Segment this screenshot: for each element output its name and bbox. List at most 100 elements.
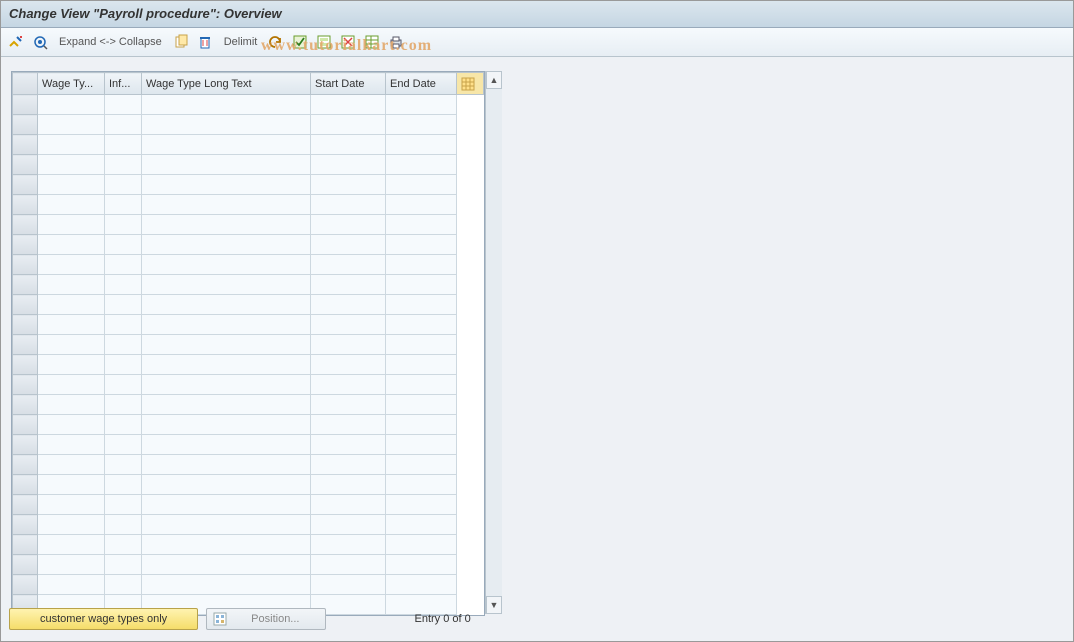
cell-info[interactable] xyxy=(105,455,142,475)
table-row[interactable] xyxy=(13,395,484,415)
cell-long_text[interactable] xyxy=(142,475,311,495)
cell-wage_type[interactable] xyxy=(38,135,105,155)
cell-start[interactable] xyxy=(311,535,386,555)
cell-end[interactable] xyxy=(386,575,457,595)
row-selector[interactable] xyxy=(13,495,38,515)
cell-wage_type[interactable] xyxy=(38,255,105,275)
vertical-scrollbar[interactable]: ▲ ▼ xyxy=(485,71,502,614)
cell-wage_type[interactable] xyxy=(38,215,105,235)
cell-long_text[interactable] xyxy=(142,375,311,395)
row-selector[interactable] xyxy=(13,175,38,195)
cell-end[interactable] xyxy=(386,535,457,555)
cell-start[interactable] xyxy=(311,375,386,395)
position-button[interactable]: Position... xyxy=(206,608,326,630)
cell-info[interactable] xyxy=(105,415,142,435)
cell-end[interactable] xyxy=(386,235,457,255)
customer-wage-types-button[interactable]: customer wage types only xyxy=(9,608,198,630)
delete-icon[interactable] xyxy=(196,33,214,51)
cell-info[interactable] xyxy=(105,495,142,515)
table-row[interactable] xyxy=(13,295,484,315)
cell-start[interactable] xyxy=(311,335,386,355)
cell-start[interactable] xyxy=(311,295,386,315)
cell-end[interactable] xyxy=(386,475,457,495)
cell-long_text[interactable] xyxy=(142,335,311,355)
cell-end[interactable] xyxy=(386,295,457,315)
cell-long_text[interactable] xyxy=(142,195,311,215)
cell-start[interactable] xyxy=(311,135,386,155)
cell-info[interactable] xyxy=(105,355,142,375)
table-row[interactable] xyxy=(13,255,484,275)
cell-end[interactable] xyxy=(386,155,457,175)
cell-wage_type[interactable] xyxy=(38,175,105,195)
cell-wage_type[interactable] xyxy=(38,355,105,375)
scroll-track[interactable] xyxy=(486,88,502,597)
cell-info[interactable] xyxy=(105,555,142,575)
cell-start[interactable] xyxy=(311,435,386,455)
cell-wage_type[interactable] xyxy=(38,455,105,475)
table-row[interactable] xyxy=(13,495,484,515)
cell-info[interactable] xyxy=(105,295,142,315)
cell-wage_type[interactable] xyxy=(38,335,105,355)
cell-wage_type[interactable] xyxy=(38,415,105,435)
cell-long_text[interactable] xyxy=(142,215,311,235)
cell-end[interactable] xyxy=(386,375,457,395)
cell-wage_type[interactable] xyxy=(38,515,105,535)
cell-long_text[interactable] xyxy=(142,155,311,175)
row-selector-header[interactable] xyxy=(13,73,38,95)
row-selector[interactable] xyxy=(13,255,38,275)
row-selector[interactable] xyxy=(13,135,38,155)
cell-end[interactable] xyxy=(386,315,457,335)
cell-end[interactable] xyxy=(386,115,457,135)
cell-long_text[interactable] xyxy=(142,115,311,135)
cell-end[interactable] xyxy=(386,335,457,355)
cell-long_text[interactable] xyxy=(142,575,311,595)
cell-info[interactable] xyxy=(105,335,142,355)
cell-end[interactable] xyxy=(386,555,457,575)
delimit-button[interactable]: Delimit xyxy=(220,36,262,48)
cell-wage_type[interactable] xyxy=(38,155,105,175)
cell-wage_type[interactable] xyxy=(38,375,105,395)
cell-start[interactable] xyxy=(311,115,386,135)
cell-end[interactable] xyxy=(386,455,457,475)
row-selector[interactable] xyxy=(13,295,38,315)
print-icon[interactable] xyxy=(387,33,405,51)
row-selector[interactable] xyxy=(13,155,38,175)
row-selector[interactable] xyxy=(13,355,38,375)
cell-info[interactable] xyxy=(105,515,142,535)
cell-end[interactable] xyxy=(386,255,457,275)
cell-end[interactable] xyxy=(386,415,457,435)
row-selector[interactable] xyxy=(13,475,38,495)
select-all-icon[interactable] xyxy=(291,33,309,51)
cell-wage_type[interactable] xyxy=(38,495,105,515)
cell-wage_type[interactable] xyxy=(38,195,105,215)
row-selector[interactable] xyxy=(13,275,38,295)
table-row[interactable] xyxy=(13,535,484,555)
cell-info[interactable] xyxy=(105,175,142,195)
table-row[interactable] xyxy=(13,555,484,575)
cell-info[interactable] xyxy=(105,155,142,175)
cell-long_text[interactable] xyxy=(142,515,311,535)
table-row[interactable] xyxy=(13,115,484,135)
table-row[interactable] xyxy=(13,135,484,155)
cell-info[interactable] xyxy=(105,275,142,295)
cell-long_text[interactable] xyxy=(142,555,311,575)
row-selector[interactable] xyxy=(13,455,38,475)
row-selector[interactable] xyxy=(13,115,38,135)
column-header-long_text[interactable]: Wage Type Long Text xyxy=(142,73,311,95)
cell-end[interactable] xyxy=(386,215,457,235)
column-header-start[interactable]: Start Date xyxy=(311,73,386,95)
table-row[interactable] xyxy=(13,275,484,295)
table-row[interactable] xyxy=(13,155,484,175)
table-row[interactable] xyxy=(13,475,484,495)
row-selector[interactable] xyxy=(13,335,38,355)
table-row[interactable] xyxy=(13,95,484,115)
cell-long_text[interactable] xyxy=(142,235,311,255)
cell-start[interactable] xyxy=(311,475,386,495)
toggle-display-change-icon[interactable] xyxy=(7,33,25,51)
cell-info[interactable] xyxy=(105,115,142,135)
cell-long_text[interactable] xyxy=(142,175,311,195)
configure-columns-icon[interactable] xyxy=(457,73,484,95)
undo-icon[interactable] xyxy=(267,33,285,51)
cell-start[interactable] xyxy=(311,495,386,515)
row-selector[interactable] xyxy=(13,395,38,415)
